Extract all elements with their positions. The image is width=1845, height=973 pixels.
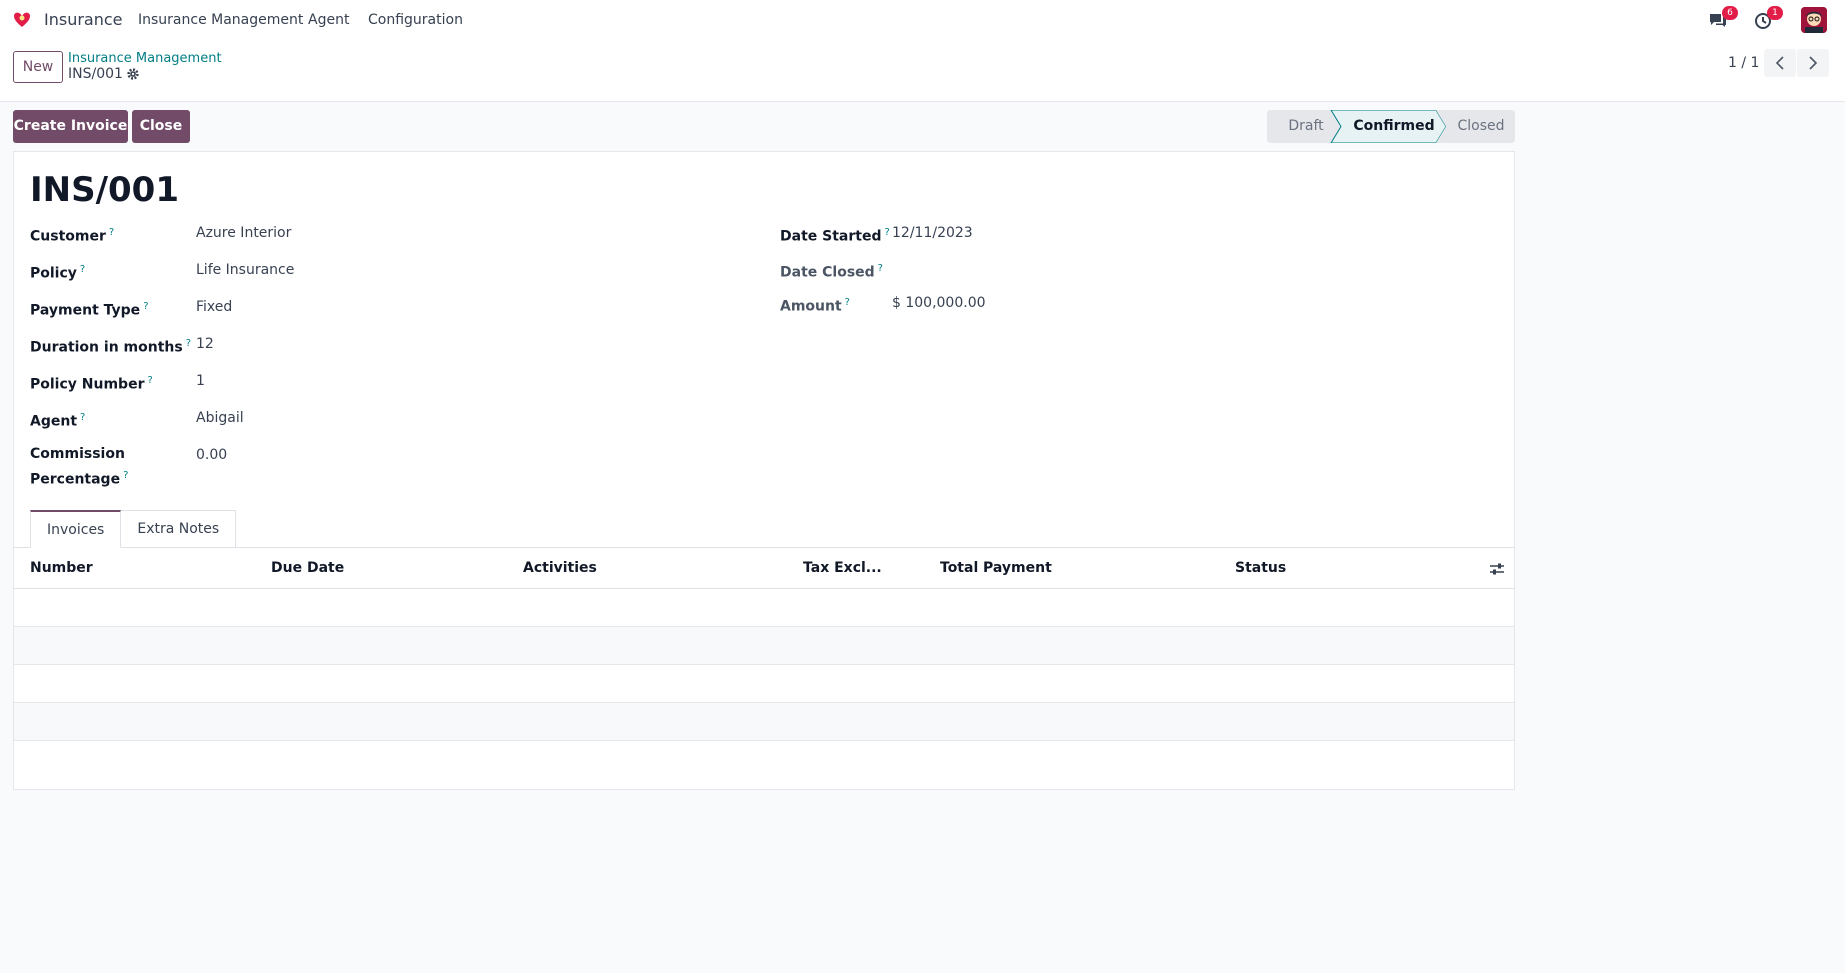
column-due-date[interactable]: Due Date xyxy=(271,560,344,576)
tab-extra-notes[interactable]: Extra Notes xyxy=(121,510,237,548)
commission-label: Commission Percentage? xyxy=(30,446,129,488)
policy-number-value[interactable]: 1 xyxy=(196,373,205,389)
date-started-label: Date Started? xyxy=(780,227,890,245)
help-icon: ? xyxy=(123,470,129,481)
pager-previous-button[interactable] xyxy=(1764,49,1796,77)
chevron-left-icon xyxy=(1775,56,1784,70)
table-row xyxy=(14,703,1514,741)
duration-label: Duration in months? xyxy=(30,338,192,356)
pager-value[interactable]: 1 / 1 xyxy=(1728,55,1759,71)
agent-value[interactable]: Abigail xyxy=(196,410,244,426)
column-total[interactable]: Total xyxy=(940,560,978,576)
status-confirmed[interactable]: Confirmed xyxy=(1347,110,1441,143)
user-avatar[interactable] xyxy=(1801,7,1827,33)
help-icon: ? xyxy=(844,297,850,308)
tab-invoices[interactable]: Invoices xyxy=(30,510,122,548)
activities-button[interactable]: 1 xyxy=(1754,6,1783,31)
help-icon: ? xyxy=(108,227,115,238)
status-closed[interactable]: Closed xyxy=(1451,110,1511,143)
messages-button[interactable]: 6 xyxy=(1708,6,1738,31)
close-button[interactable]: Close xyxy=(132,110,190,143)
activities-badge: 1 xyxy=(1767,6,1783,20)
column-status[interactable]: Status xyxy=(1235,560,1286,576)
column-payment[interactable]: Payment xyxy=(983,560,1052,576)
commission-value[interactable]: 0.00 xyxy=(196,447,227,463)
chevron-right-icon xyxy=(1809,56,1818,70)
amount-value[interactable]: $ 100,000.00 xyxy=(892,295,986,311)
help-icon: ? xyxy=(877,263,883,274)
breadcrumb-parent[interactable]: Insurance Management xyxy=(68,51,222,66)
create-invoice-button[interactable]: Create Invoice xyxy=(13,110,128,143)
amount-label: Amount? xyxy=(780,297,850,315)
column-tax-excluded[interactable]: Tax Excl... xyxy=(803,560,882,576)
breadcrumb-current: INS/001 xyxy=(68,66,123,82)
customer-value[interactable]: Azure Interior xyxy=(196,225,291,241)
insurance-app-icon[interactable] xyxy=(12,10,32,30)
messages-badge: 6 xyxy=(1722,6,1738,20)
menu-agent[interactable]: Agent xyxy=(308,12,349,28)
status-draft[interactable]: Draft xyxy=(1281,110,1331,143)
payment-type-value[interactable]: Fixed xyxy=(196,299,232,315)
column-activities[interactable]: Activities xyxy=(523,560,597,576)
date-started-value[interactable]: 12/11/2023 xyxy=(892,225,973,241)
agent-label: Agent? xyxy=(30,412,86,430)
column-number[interactable]: Number xyxy=(30,560,93,576)
policy-number-label: Policy Number? xyxy=(30,375,153,393)
menu-configuration[interactable]: Configuration xyxy=(368,12,463,28)
customer-label: Customer? xyxy=(30,227,115,245)
control-panel: New Insurance Management INS/001 1 / 1 xyxy=(0,40,1845,102)
tabs-underline xyxy=(14,547,1514,548)
top-navbar: Insurance Insurance Management Agent Con… xyxy=(0,0,1845,40)
help-icon: ? xyxy=(79,264,86,275)
form-sheet: INS/001 Customer? Azure Interior Policy?… xyxy=(13,151,1515,790)
policy-label: Policy? xyxy=(30,264,86,282)
app-name[interactable]: Insurance xyxy=(44,10,123,29)
table-row xyxy=(14,627,1514,665)
table-row xyxy=(14,665,1514,703)
duration-value[interactable]: 12 xyxy=(196,336,214,352)
menu-insurance-management[interactable]: Insurance Management xyxy=(138,12,303,28)
help-icon: ? xyxy=(185,338,192,349)
notebook-tabs: Invoices Extra Notes xyxy=(30,510,237,548)
new-button[interactable]: New xyxy=(13,51,63,83)
help-icon: ? xyxy=(884,227,890,238)
gear-icon[interactable] xyxy=(126,67,140,81)
date-closed-label: Date Closed? xyxy=(780,263,883,281)
help-icon: ? xyxy=(147,375,153,386)
payment-type-label: Payment Type? xyxy=(30,301,149,319)
help-icon: ? xyxy=(80,412,86,423)
record-title: INS/001 xyxy=(30,170,179,210)
help-icon: ? xyxy=(143,301,149,312)
optional-columns-icon[interactable] xyxy=(1489,562,1505,576)
policy-value[interactable]: Life Insurance xyxy=(196,262,294,278)
pager-next-button[interactable] xyxy=(1797,49,1829,77)
table-row xyxy=(14,589,1514,627)
